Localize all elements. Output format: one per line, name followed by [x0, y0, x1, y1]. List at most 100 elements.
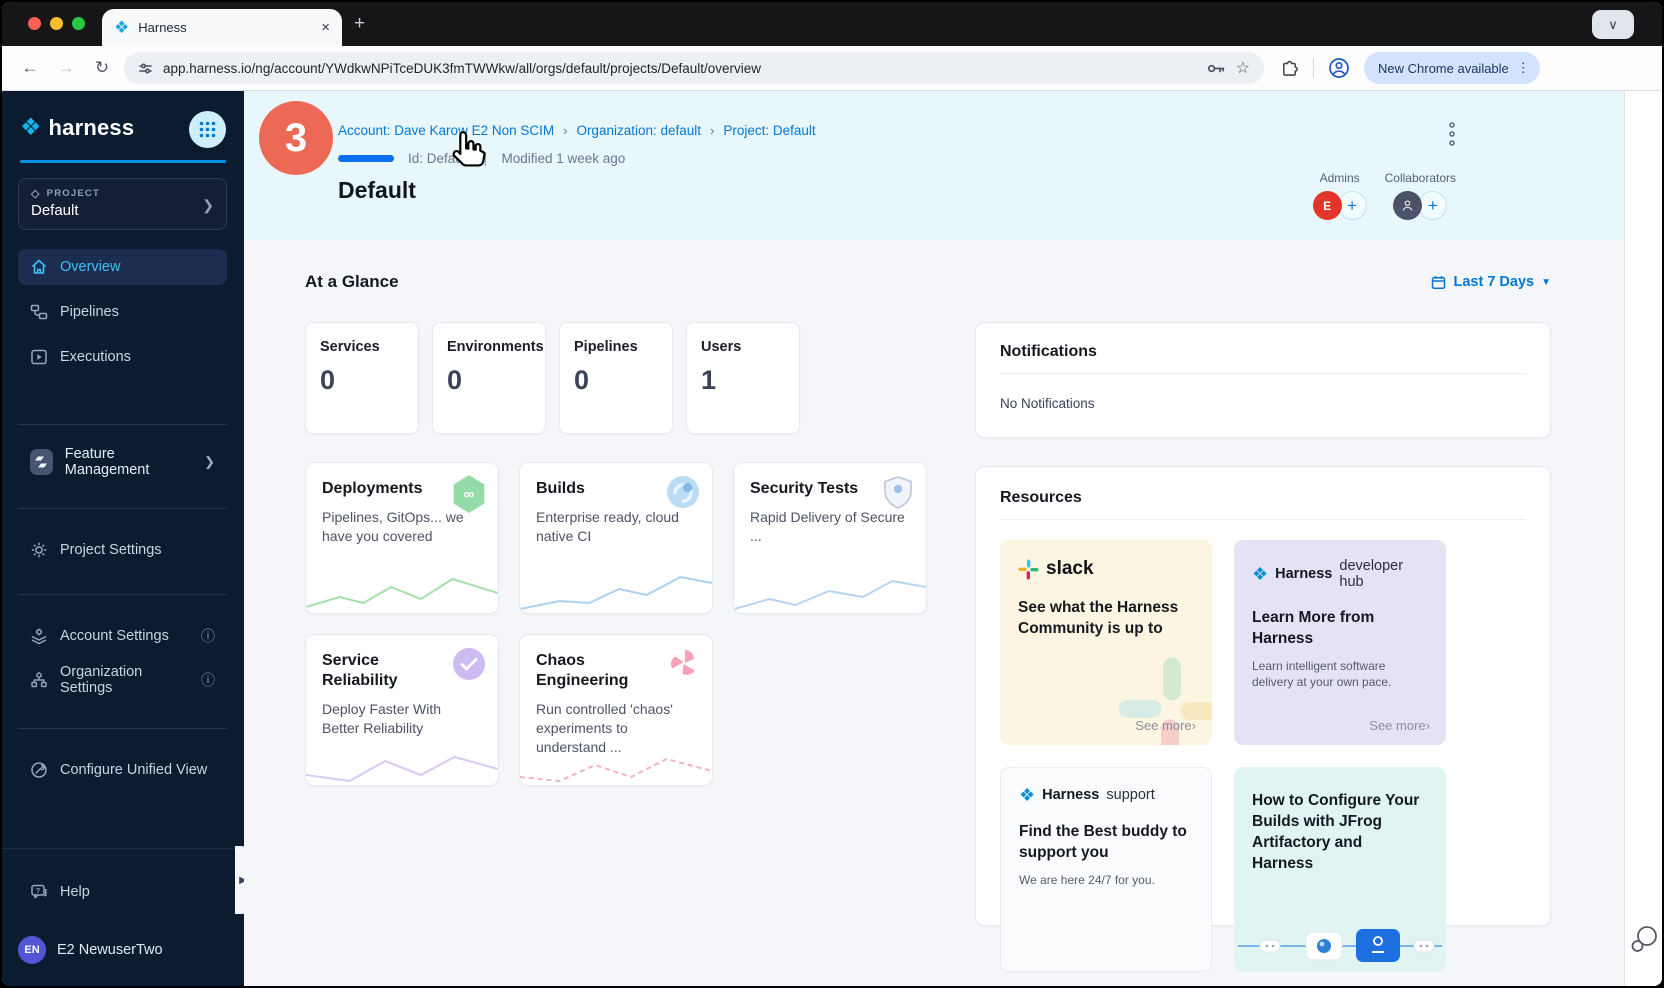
- chrome-update-pill[interactable]: New Chrome available ⋮: [1364, 52, 1540, 84]
- chevron-right-icon: ›: [710, 123, 714, 138]
- password-key-icon[interactable]: [1207, 61, 1226, 76]
- caret-down-icon: ▼: [1541, 277, 1551, 288]
- chevron-right-icon: ›: [563, 123, 567, 138]
- sidebar-item-account-settings[interactable]: Account Settings ⓘ: [18, 618, 227, 654]
- support-chat-button[interactable]: [1630, 924, 1660, 959]
- browser-tab[interactable]: ❖ Harness ×: [102, 9, 342, 46]
- see-more-link[interactable]: See more›: [1369, 718, 1430, 733]
- sidebar-item-help[interactable]: ? Help: [18, 874, 227, 910]
- sidebar-item-feature-management[interactable]: Feature Management ❯: [18, 444, 227, 480]
- resources-title: Resources: [1000, 489, 1526, 520]
- module-description: Deploy Faster With Better Reliability: [322, 700, 482, 738]
- zoom-window-button[interactable]: [72, 17, 85, 30]
- stat-card-pipelines[interactable]: Pipelines 0: [559, 322, 673, 434]
- browser-window: ❖ Harness × + ∨ ← → ↻ app.harness.io/ng/…: [0, 0, 1664, 988]
- reload-button[interactable]: ↻: [84, 58, 120, 78]
- sidebar-item-organization-settings[interactable]: Organization Settings ⓘ: [18, 662, 227, 698]
- sidebar-item-label: Executions: [60, 349, 131, 365]
- extensions-icon[interactable]: [1280, 59, 1299, 78]
- harness-logo[interactable]: ❖ harness: [20, 113, 134, 142]
- back-button[interactable]: ←: [12, 58, 48, 78]
- sidebar-item-label: Organization Settings: [60, 664, 189, 696]
- pipelines-icon: [30, 303, 48, 321]
- tab-strip: ❖ Harness × + ∨: [2, 2, 1662, 46]
- resource-card-developer-hub[interactable]: ❖ Harness developer hub Learn More from …: [1234, 540, 1446, 745]
- module-card-service-reliability[interactable]: Service Reliability Deploy Faster With B…: [305, 634, 499, 786]
- page-title: Default: [338, 177, 416, 204]
- resource-headline: See what the Harness Community is up to: [1018, 598, 1194, 640]
- user-menu[interactable]: EN E2 NewuserTwo: [18, 936, 163, 964]
- site-info-icon[interactable]: [138, 61, 153, 76]
- step-annotation-badge: 3: [259, 101, 333, 175]
- module-progress-bar: [338, 155, 394, 162]
- project-options-kebab[interactable]: [1448, 121, 1456, 152]
- see-more-link[interactable]: See more›: [1135, 718, 1196, 733]
- project-selector[interactable]: ◇ PROJECT Default ❯: [18, 178, 227, 230]
- add-admin-button[interactable]: +: [1338, 191, 1367, 220]
- stat-card-services[interactable]: Services 0: [305, 322, 419, 434]
- breadcrumb-organization-link[interactable]: Organization: default: [576, 123, 701, 138]
- sidebar-item-configure-unified-view[interactable]: Configure Unified View: [18, 752, 227, 788]
- url-text[interactable]: app.harness.io/ng/account/YWdkwNPiTceDUK…: [163, 61, 1197, 76]
- brand-label-bold: Harness: [1275, 566, 1332, 582]
- profile-icon[interactable]: [1328, 57, 1350, 79]
- resource-card-support[interactable]: ❖ Harness support Find the Best buddy to…: [1000, 767, 1212, 972]
- builds-ci-icon: [666, 475, 700, 514]
- user-avatar: EN: [18, 936, 46, 964]
- admin-avatar[interactable]: E: [1313, 191, 1342, 220]
- resource-body: Learn intelligent software delivery at y…: [1252, 658, 1428, 690]
- project-cube-icon: ◇: [31, 187, 41, 200]
- overview-body: At a Glance Last 7 Days ▼ Services 0: [244, 240, 1624, 988]
- toolbar-right: New Chrome available ⋮: [1280, 52, 1540, 84]
- resource-card-jfrog[interactable]: How to Configure Your Builds with JFrog …: [1234, 767, 1446, 972]
- sidebar-item-executions[interactable]: Executions: [18, 339, 227, 375]
- security-sparkline: [734, 569, 926, 613]
- resource-card-slack[interactable]: slack See what the Harness Community is …: [1000, 540, 1212, 745]
- breadcrumb-account-link[interactable]: Account: Dave Karow E2 Non SCIM: [338, 123, 554, 138]
- collaborators-label: Collaborators: [1385, 171, 1456, 185]
- address-bar[interactable]: app.harness.io/ng/account/YWdkwNPiTceDUK…: [124, 52, 1264, 84]
- sidebar-item-project-settings[interactable]: Project Settings: [18, 532, 227, 568]
- new-tab-button[interactable]: +: [354, 13, 365, 35]
- module-description: Pipelines, GitOps... we have you covered: [322, 508, 482, 546]
- forward-button[interactable]: →: [48, 58, 84, 78]
- chrome-update-label: New Chrome available: [1378, 61, 1509, 76]
- chevron-right-icon: ❯: [202, 197, 214, 214]
- tab-close-icon[interactable]: ×: [321, 19, 330, 36]
- module-name: Security Tests: [750, 479, 880, 499]
- stat-card-environments[interactable]: Environments 0: [432, 322, 546, 434]
- add-collaborator-button[interactable]: +: [1418, 191, 1447, 220]
- sidebar-item-overview[interactable]: Overview: [18, 249, 227, 285]
- breadcrumb: Account: Dave Karow E2 Non SCIM › Organi…: [338, 123, 816, 138]
- slack-brand-label: slack: [1046, 558, 1094, 580]
- module-card-deployments[interactable]: ∞ Deployments Pipelines, GitOps... we ha…: [305, 462, 499, 614]
- project-kicker-label: PROJECT: [47, 188, 100, 199]
- breadcrumb-project-link[interactable]: Project: Default: [723, 123, 815, 138]
- module-card-chaos-engineering[interactable]: Chaos Engineering Run controlled 'chaos'…: [519, 634, 713, 786]
- date-range-value: Last 7 Days: [1453, 274, 1534, 290]
- sidebar-divider: [18, 594, 227, 595]
- info-icon[interactable]: ⓘ: [201, 626, 215, 646]
- info-icon[interactable]: ⓘ: [201, 670, 215, 690]
- sidebar: ❖ harness ◇ PROJECT Default ❯ Overview P…: [2, 91, 244, 988]
- step-number: 3: [285, 116, 307, 161]
- chevron-right-icon: ❯: [204, 454, 215, 470]
- calendar-icon: [1431, 275, 1446, 290]
- page-right-margin: [1624, 91, 1664, 988]
- module-card-security-tests[interactable]: Security Tests Rapid Delivery of Secure …: [733, 462, 927, 614]
- module-grid-button[interactable]: [189, 111, 226, 148]
- stat-card-users[interactable]: Users 1: [686, 322, 800, 434]
- chrome-menu-kebab-icon[interactable]: ⋮: [1517, 60, 1530, 76]
- collaborator-avatar[interactable]: [1393, 191, 1422, 220]
- close-window-button[interactable]: [28, 17, 41, 30]
- stat-label: Environments: [447, 339, 531, 355]
- sidebar-item-label: Feature Management: [65, 446, 186, 478]
- sidebar-item-pipelines[interactable]: Pipelines: [18, 294, 227, 330]
- tab-search-chevron-button[interactable]: ∨: [1592, 10, 1634, 39]
- harness-logo-icon: ❖: [1019, 786, 1035, 804]
- module-card-builds[interactable]: Builds Enterprise ready, cloud native CI: [519, 462, 713, 614]
- minimize-window-button[interactable]: [50, 17, 63, 30]
- bookmark-star-icon[interactable]: ☆: [1236, 58, 1250, 78]
- date-range-selector[interactable]: Last 7 Days ▼: [1431, 274, 1551, 290]
- user-name: E2 NewuserTwo: [57, 942, 163, 958]
